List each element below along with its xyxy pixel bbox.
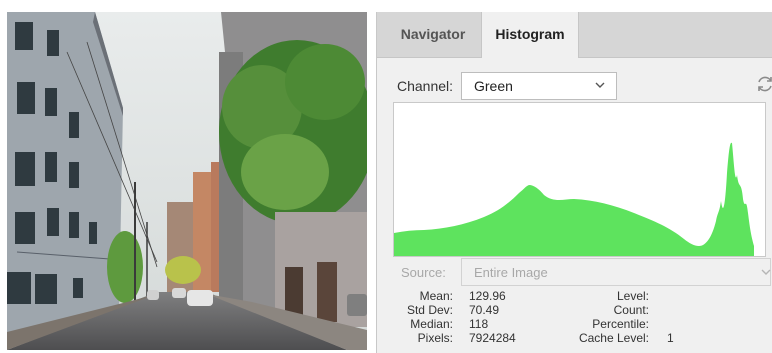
source-select[interactable]: Entire Image [461,258,771,286]
channel-select[interactable]: Green [461,72,617,100]
panel-tab-bar: Navigator Histogram [377,12,772,58]
stat-value-median: 118 [469,317,489,331]
stat-label-median: Median: [410,317,453,331]
stat-label-count: Count: [613,303,649,317]
histogram-area [394,142,754,256]
stat-value-cache-level: 1 [667,331,674,345]
stat-label-percentile: Percentile: [592,317,649,331]
street-photo [7,12,367,350]
channel-label: Channel: [397,78,454,94]
channel-value: Green [474,78,513,94]
stat-label-cache-level: Cache Level: [578,331,649,345]
tab-histogram[interactable]: Histogram [481,12,579,58]
refresh-icon[interactable] [755,74,772,94]
chevron-down-icon [595,82,605,88]
stat-label-mean: Mean: [419,289,453,303]
histogram-plot [394,142,754,256]
chevron-down-icon [761,269,771,275]
stat-label-pixels: Pixels: [417,331,453,345]
stat-value-pixels: 7924284 [469,331,516,345]
stat-value-std-dev: 70.49 [469,303,500,317]
tab-navigator[interactable]: Navigator [385,12,481,57]
histogram-panel: Navigator Histogram Channel: Green Sourc… [376,12,772,353]
histogram-graph [393,102,766,257]
stat-label-level: Level: [616,289,649,303]
source-value: Entire Image [474,265,548,280]
source-label: Source: [401,265,446,280]
stat-label-std-dev: Std Dev: [406,303,453,317]
stat-value-mean: 129.96 [469,289,506,303]
